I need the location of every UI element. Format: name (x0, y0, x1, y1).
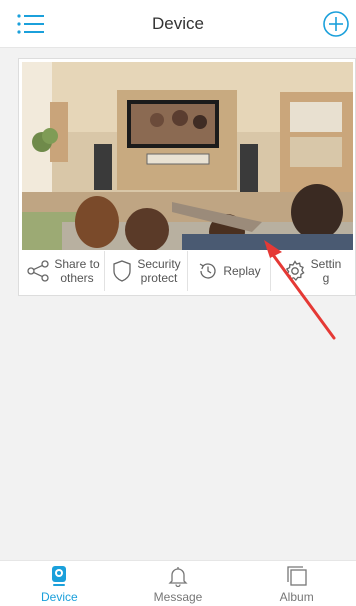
settings-label: Settin g (310, 257, 342, 285)
add-circle-icon (323, 11, 349, 37)
device-card: Share to others Security protect Replay (18, 58, 356, 296)
security-protect-label: Security protect (137, 257, 181, 285)
device-list: Share to others Security protect Replay (0, 48, 356, 560)
tab-message-label: Message (153, 590, 203, 604)
share-label: Share to others (54, 257, 100, 285)
settings-button[interactable]: Settin g (271, 251, 353, 291)
page-title: Device (152, 14, 204, 33)
history-clock-icon (199, 263, 216, 279)
shield-icon (113, 260, 131, 282)
bottom-tab-bar: Device Message Album (0, 560, 356, 606)
share-button[interactable]: Share to others (22, 251, 105, 291)
security-protect-button[interactable]: Security protect (105, 251, 188, 291)
tab-device[interactable]: Device (0, 561, 119, 606)
camera-icon (52, 566, 67, 586)
add-device-button[interactable] (322, 10, 350, 38)
camera-view[interactable] (22, 62, 353, 250)
replay-button[interactable]: Replay (188, 251, 271, 291)
top-bar: Device (0, 0, 356, 48)
list-menu-icon[interactable] (16, 13, 46, 35)
tab-message[interactable]: Message (119, 561, 238, 606)
gear-icon (285, 260, 305, 281)
replay-label: Replay (223, 264, 261, 278)
tab-album-label: Album (279, 590, 314, 604)
bell-icon (168, 567, 188, 587)
device-actions: Share to others Security protect Replay (22, 251, 353, 291)
share-icon (27, 260, 49, 282)
album-icon (287, 566, 307, 586)
tab-album[interactable]: Album (237, 561, 356, 606)
tab-device-label: Device (40, 590, 78, 604)
